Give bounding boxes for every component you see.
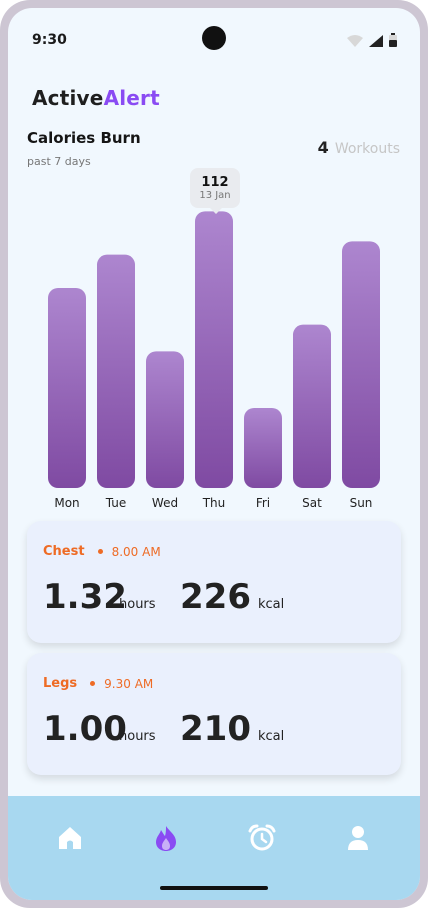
nav-profile[interactable] xyxy=(344,824,372,852)
workout-calories: 226 xyxy=(180,577,251,617)
signal-icon xyxy=(369,35,383,47)
workout-time: 8.00 AM xyxy=(111,544,161,559)
x-tick-label: Wed xyxy=(152,496,178,510)
bar-thu[interactable] xyxy=(195,211,233,489)
x-tick-label: Sat xyxy=(302,496,322,510)
workouts-summary[interactable]: 4 Workouts xyxy=(318,138,400,157)
x-tick-label: Tue xyxy=(105,496,127,510)
card-header: Chest 8.00 AM xyxy=(43,544,161,559)
bottom-nav xyxy=(8,796,420,900)
bar-tue[interactable] xyxy=(97,254,135,488)
nav-calories[interactable] xyxy=(152,824,180,852)
x-tick-label: Mon xyxy=(54,496,79,510)
status-icons xyxy=(347,33,397,47)
workout-time: 9.30 AM xyxy=(104,676,154,691)
tooltip-value: 112 xyxy=(201,175,229,190)
workout-card-chest[interactable]: Chest 8.00 AM 1.32 hours 226 kcal xyxy=(27,521,401,643)
chart-svg: Mon Tue Wed Thu Fri Sat Sun xyxy=(48,211,380,510)
x-tick-label: Sun xyxy=(350,496,373,510)
home-indicator[interactable] xyxy=(160,886,268,890)
duration-unit: hours xyxy=(119,729,156,744)
duration-unit: hours xyxy=(119,597,156,612)
status-time: 9:30 xyxy=(32,32,67,48)
alarm-icon xyxy=(248,824,276,851)
calories-unit: kcal xyxy=(258,729,285,744)
workout-duration: 1.32 xyxy=(43,577,127,617)
workouts-count: 4 xyxy=(317,138,329,157)
workout-card-legs[interactable]: Legs 9.30 AM 1.00 hours 210 kcal xyxy=(27,653,401,775)
nav-alarm[interactable] xyxy=(248,824,276,852)
logo-text-primary: Active xyxy=(32,86,104,110)
battery-icon xyxy=(389,33,397,47)
app-screen: 9:30 ActiveAlert Calories Burn past 7 da… xyxy=(8,8,420,900)
app-logo: ActiveAlert xyxy=(32,86,160,110)
wifi-icon xyxy=(347,35,363,47)
bar-sun[interactable] xyxy=(342,241,380,488)
bar-wed[interactable] xyxy=(146,351,184,488)
bar-fri[interactable] xyxy=(244,408,282,488)
x-tick-label: Fri xyxy=(256,496,270,510)
home-icon xyxy=(59,827,81,849)
chart-tooltip: 112 13 Jan xyxy=(190,168,240,214)
bar-mon[interactable] xyxy=(48,288,86,488)
bar-sat[interactable] xyxy=(293,324,331,488)
status-bar: 9:30 xyxy=(8,8,420,64)
separator-dot xyxy=(97,549,103,554)
workout-name: Legs xyxy=(43,676,78,691)
calories-bar-chart: 112 13 Jan Mon Tue Wed Thu Fri Sat Sun xyxy=(8,168,420,518)
device-frame: 9:30 ActiveAlert Calories Burn past 7 da… xyxy=(0,0,428,908)
camera-cutout xyxy=(202,26,226,50)
workouts-label: Workouts xyxy=(334,141,400,157)
section-title: Calories Burn xyxy=(27,129,141,147)
workout-calories: 210 xyxy=(180,709,251,749)
workout-name: Chest xyxy=(43,544,85,559)
section-subtitle: past 7 days xyxy=(27,155,91,168)
logo-text-accent: Alert xyxy=(103,86,160,110)
nav-home[interactable] xyxy=(56,824,84,852)
card-header: Legs 9.30 AM xyxy=(43,676,153,691)
fire-icon xyxy=(156,826,176,851)
x-tick-label: Thu xyxy=(202,496,226,510)
workout-duration: 1.00 xyxy=(43,709,127,749)
profile-icon xyxy=(348,826,368,850)
separator-dot xyxy=(90,681,96,686)
tooltip-date: 13 Jan xyxy=(199,190,231,201)
calories-unit: kcal xyxy=(258,597,285,612)
